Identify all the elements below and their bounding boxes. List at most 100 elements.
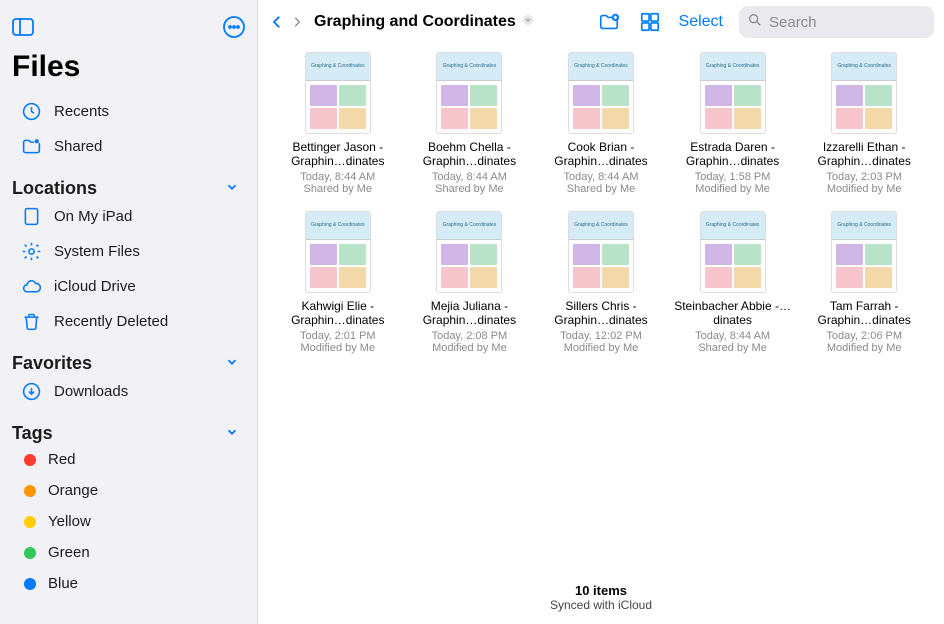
file-status: Modified by Me xyxy=(695,183,770,195)
file-timestamp: Today, 2:01 PM xyxy=(300,330,376,342)
chevron-down-icon xyxy=(225,355,239,372)
sidebar-item-label: Shared xyxy=(54,138,102,155)
sidebar-item-tag-green[interactable]: Green xyxy=(12,537,245,568)
tag-dot-orange xyxy=(24,485,36,497)
file-timestamp: Today, 1:58 PM xyxy=(695,171,771,183)
file-status: Shared by Me xyxy=(567,183,635,195)
file-status: Modified by Me xyxy=(827,183,902,195)
search-icon xyxy=(747,12,763,33)
tag-dot-yellow xyxy=(24,516,36,528)
item-count: 10 items xyxy=(258,583,944,598)
file-status: Modified by Me xyxy=(827,342,902,354)
select-button[interactable]: Select xyxy=(679,13,723,31)
sync-status: Synced with iCloud xyxy=(258,598,944,612)
file-timestamp: Today, 2:08 PM xyxy=(432,330,508,342)
sidebar-item-label: Orange xyxy=(48,482,98,499)
file-name: Bettinger Jason - Graphin…dinates xyxy=(278,140,398,169)
view-grid-icon[interactable] xyxy=(639,11,661,33)
file-item[interactable]: Graphing & Coordinates Sillers Chris - G… xyxy=(539,209,663,356)
file-thumbnail: Graphing & Coordinates xyxy=(436,52,502,134)
sidebar-item-tag-orange[interactable]: Orange xyxy=(12,475,245,506)
chevron-down-icon xyxy=(225,425,239,442)
ipad-icon xyxy=(20,206,42,227)
file-item[interactable]: Graphing & Coordinates Kahwigi Elie - Gr… xyxy=(276,209,400,356)
sidebar-item-tag-blue[interactable]: Blue xyxy=(12,568,245,599)
file-thumbnail: Graphing & Coordinates xyxy=(305,52,371,134)
section-header-favorites[interactable]: Favorites xyxy=(12,353,245,374)
file-name: Boehm Chella - Graphin…dinates xyxy=(410,140,530,169)
sidebar-item-recents[interactable]: Recents xyxy=(12,94,245,129)
sidebar-item-label: Red xyxy=(48,451,76,468)
file-timestamp: Today, 8:44 AM xyxy=(563,171,638,183)
file-item[interactable]: Graphing & Coordinates Estrada Daren - G… xyxy=(671,50,795,197)
clock-icon xyxy=(20,101,42,122)
file-timestamp: Today, 2:06 PM xyxy=(826,330,902,342)
file-timestamp: Today, 8:44 AM xyxy=(300,171,375,183)
sidebar-item-label: Green xyxy=(48,544,90,561)
sidebar-item-icloud-drive[interactable]: iCloud Drive xyxy=(12,269,245,304)
more-options-icon[interactable] xyxy=(223,16,245,38)
tag-dot-blue xyxy=(24,578,36,590)
sidebar-item-tag-red[interactable]: Red xyxy=(12,444,245,475)
shared-folder-icon xyxy=(20,136,42,157)
file-status: Shared by Me xyxy=(435,183,503,195)
download-icon xyxy=(20,381,42,402)
sidebar-item-recently-deleted[interactable]: Recently Deleted xyxy=(12,304,245,339)
file-thumbnail: Graphing & Coordinates xyxy=(305,211,371,293)
file-thumbnail: Graphing & Coordinates xyxy=(436,211,502,293)
file-name: Mejia Juliana - Graphin…dinates xyxy=(410,299,530,328)
cloud-icon xyxy=(20,276,42,297)
tag-dot-green xyxy=(24,547,36,559)
file-timestamp: Today, 12:02 PM xyxy=(560,330,642,342)
file-status: Modified by Me xyxy=(564,342,639,354)
sidebar-toggle-icon[interactable] xyxy=(12,18,34,36)
sidebar-item-label: Recently Deleted xyxy=(54,313,168,330)
file-timestamp: Today, 2:03 PM xyxy=(826,171,902,183)
back-icon[interactable] xyxy=(268,11,286,33)
file-name: Cook Brian - Graphin…dinates xyxy=(541,140,661,169)
file-thumbnail: Graphing & Coordinates xyxy=(568,211,634,293)
main-content: Graphing and Coordinates Select xyxy=(258,0,944,624)
file-name: Izzarelli Ethan - Graphin…dinates xyxy=(804,140,924,169)
file-status: Modified by Me xyxy=(432,342,507,354)
file-name: Steinbacher Abbie -…dinates xyxy=(673,299,793,328)
sidebar-item-label: Downloads xyxy=(54,383,128,400)
file-timestamp: Today, 8:44 AM xyxy=(432,171,507,183)
sidebar-item-system-files[interactable]: System Files xyxy=(12,234,245,269)
folder-title[interactable]: Graphing and Coordinates xyxy=(314,13,534,31)
file-item[interactable]: Graphing & Coordinates Steinbacher Abbie… xyxy=(671,209,795,356)
chevron-down-icon xyxy=(522,13,534,31)
sidebar-item-label: Recents xyxy=(54,103,109,120)
gear-icon xyxy=(20,241,42,262)
section-header-tags[interactable]: Tags xyxy=(12,423,245,444)
file-item[interactable]: Graphing & Coordinates Cook Brian - Grap… xyxy=(539,50,663,197)
file-item[interactable]: Graphing & Coordinates Boehm Chella - Gr… xyxy=(408,50,532,197)
file-name: Sillers Chris - Graphin…dinates xyxy=(541,299,661,328)
sidebar-item-tag-yellow[interactable]: Yellow xyxy=(12,506,245,537)
search-input[interactable] xyxy=(739,6,934,38)
file-name: Estrada Daren - Graphin…dinates xyxy=(673,140,793,169)
trash-icon xyxy=(20,311,42,332)
tag-dot-red xyxy=(24,454,36,466)
file-item[interactable]: Graphing & Coordinates Mejia Juliana - G… xyxy=(408,209,532,356)
file-status: Modified by Me xyxy=(301,342,376,354)
sidebar: Files Recents Shared Locations On My iPa… xyxy=(0,0,258,624)
sidebar-item-downloads[interactable]: Downloads xyxy=(12,374,245,409)
path-separator-icon xyxy=(290,15,304,29)
file-item[interactable]: Graphing & Coordinates Bettinger Jason -… xyxy=(276,50,400,197)
file-thumbnail: Graphing & Coordinates xyxy=(831,211,897,293)
new-folder-icon[interactable] xyxy=(597,11,621,33)
sidebar-item-label: System Files xyxy=(54,243,140,260)
sidebar-item-label: Yellow xyxy=(48,513,91,530)
sidebar-item-shared[interactable]: Shared xyxy=(12,129,245,164)
file-item[interactable]: Graphing & Coordinates Izzarelli Ethan -… xyxy=(802,50,926,197)
file-status: Shared by Me xyxy=(698,342,766,354)
chevron-down-icon xyxy=(225,180,239,197)
file-grid: Graphing & Coordinates Bettinger Jason -… xyxy=(276,50,926,356)
file-item[interactable]: Graphing & Coordinates Tam Farrah - Grap… xyxy=(802,209,926,356)
sidebar-item-on-my-ipad[interactable]: On My iPad xyxy=(12,199,245,234)
section-header-locations[interactable]: Locations xyxy=(12,178,245,199)
toolbar: Graphing and Coordinates Select xyxy=(258,0,944,44)
sidebar-item-label: On My iPad xyxy=(54,208,132,225)
sidebar-item-label: iCloud Drive xyxy=(54,278,136,295)
